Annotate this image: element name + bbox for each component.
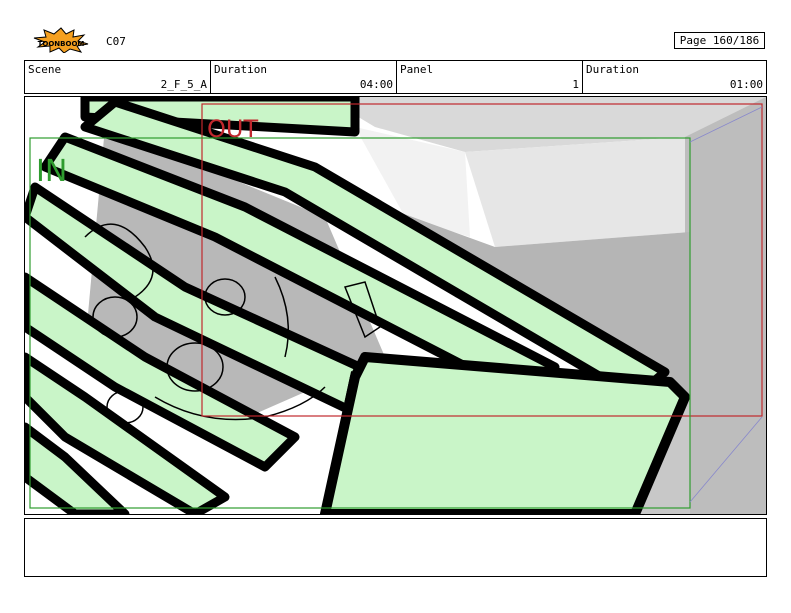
- panel-drawing: OUT IN: [25, 97, 766, 514]
- panel-duration-value: 01:00: [729, 78, 763, 91]
- scene-label: Scene: [28, 63, 62, 76]
- duration-cell: Duration 04:00: [211, 61, 397, 93]
- scene-cell: Scene 2_F_5_A: [25, 61, 211, 93]
- panel-duration-cell: Duration 01:00: [583, 61, 766, 93]
- duration-label: Duration: [214, 63, 267, 76]
- bg-right-wall: [685, 97, 766, 514]
- storyboard-panel: OUT IN: [24, 96, 767, 515]
- panel-label: Panel: [400, 63, 434, 76]
- page-number: Page 160/186: [674, 32, 765, 49]
- scene-value: 2_F_5_A: [160, 78, 207, 91]
- logo-text: TOONBOOM: [38, 40, 85, 48]
- info-table: Scene 2_F_5_A Duration 04:00 Panel 1 Dur…: [24, 60, 767, 94]
- crate-front: [320, 352, 690, 514]
- out-label: OUT: [207, 115, 258, 143]
- bg-white-box: [465, 137, 690, 247]
- toonboom-logo: TOONBOOM: [26, 27, 96, 54]
- duration-value: 04:00: [359, 78, 393, 91]
- panel-duration-label: Duration: [586, 63, 639, 76]
- episode-code: C07: [106, 35, 126, 48]
- notes-box: [24, 518, 767, 577]
- panel-value: 1: [572, 78, 579, 91]
- in-label: IN: [36, 154, 67, 189]
- panel-cell: Panel 1: [397, 61, 583, 93]
